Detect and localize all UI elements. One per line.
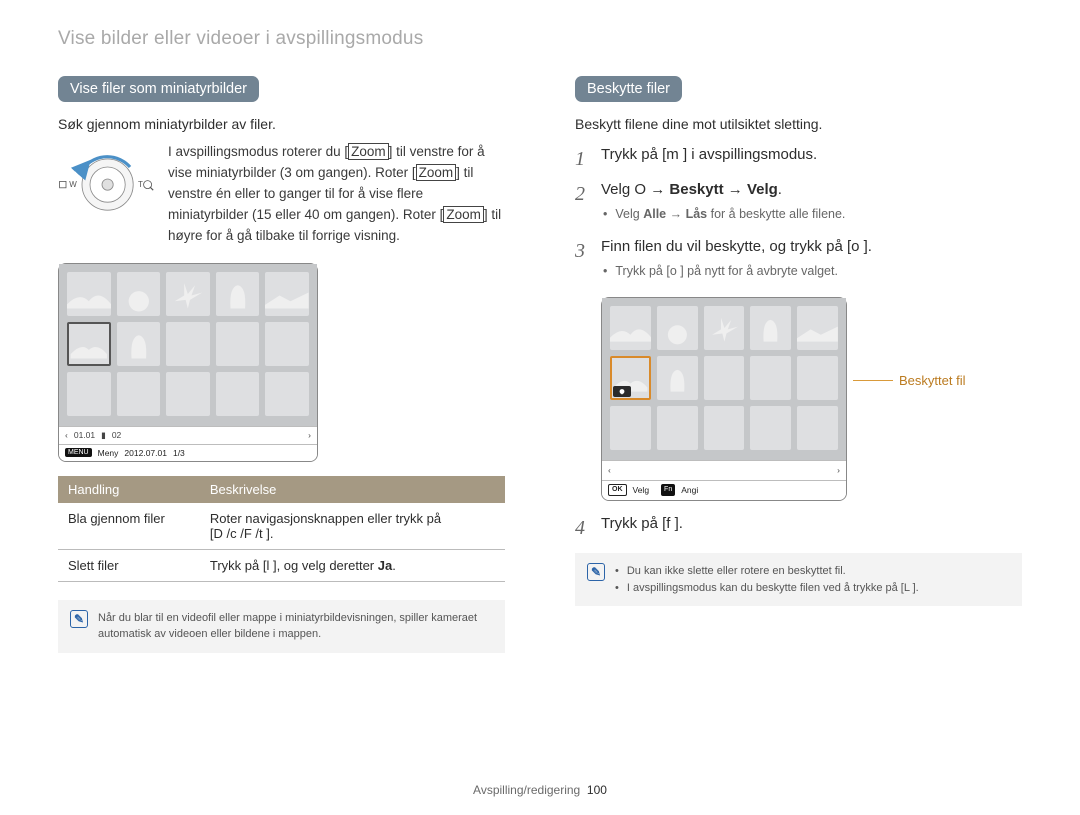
svg-text:T: T (138, 180, 143, 189)
intro-right: Beskytt filene dine mot utilsiktet slett… (575, 116, 1022, 132)
lock-icon (613, 386, 631, 397)
thumb (216, 372, 260, 416)
steps-list: Trykk på [m ] i avspillingsmodus. Velg O… (575, 144, 1022, 535)
td-browse-files: Bla gjennom filer (58, 503, 200, 550)
dial-row: W T I avspillingsmodus roterer du [Zoom]… (58, 142, 505, 247)
chevron-left-icon: ‹ (65, 430, 68, 440)
thumb (704, 306, 745, 350)
substep-2: Velg Alle → Lås for å beskytte alle file… (603, 205, 1022, 224)
zoom-dial-illustration: W T (58, 142, 154, 247)
td-delete-files: Slett filer (58, 549, 200, 581)
thumb (117, 372, 161, 416)
zoom-key-3: Zoom (443, 206, 484, 223)
O-key: O (634, 181, 646, 198)
intro-left: Søk gjennom miniatyrbilder av filer. (58, 116, 505, 132)
thumb (704, 356, 745, 400)
folder-icon: ▮ (101, 430, 106, 441)
step-4: Trykk på [f ]. (575, 513, 1022, 536)
thumb (750, 406, 791, 450)
thumb (750, 356, 791, 400)
td-delete-desc: Trykk på [l ], og velg deretter Ja. (200, 549, 505, 581)
thumb (610, 406, 651, 450)
right-column: Beskytte filer Beskytt filene dine mot u… (575, 76, 1022, 653)
dial-paragraph: I avspillingsmodus roterer du [Zoom] til… (168, 142, 505, 247)
protected-file-label: Beskyttet fil (899, 371, 965, 391)
chevron-right-icon: › (837, 464, 840, 477)
ok-button-icon: OK (608, 484, 627, 497)
menu-button-icon: MENU (65, 448, 92, 457)
thumb (265, 372, 309, 416)
grid-statusbar-top: ‹ 01.01 ▮ 02 › (59, 426, 317, 444)
zoom-key-1: Zoom (348, 143, 389, 160)
camera-thumbnail-grid: ‹ 01.01 ▮ 02 › MENU Meny 2012.07.01 1/3 (58, 263, 318, 462)
thumb (750, 306, 791, 350)
section-pill-protect: Beskytte filer (575, 76, 682, 102)
thumb (797, 356, 838, 400)
protect-grid-statusbar-bottom: OK Velg Fn Angi (602, 480, 846, 500)
step-3: Finn filen du vil beskytte, og trykk på … (575, 236, 1022, 501)
note-left: ✎ Når du blar til en videofil eller mapp… (58, 600, 505, 653)
page-footer: Avspilling/redigering 100 (0, 783, 1080, 797)
thumb (216, 322, 260, 366)
thumb (67, 272, 111, 316)
thumb (610, 306, 651, 350)
note-right: ✎ •Du kan ikke slette eller rotere en be… (575, 553, 1022, 606)
thumb-selected-protected (610, 356, 651, 400)
thumb (117, 272, 161, 316)
breadcrumb: Vise bilder eller videoer i avspillingsm… (58, 28, 1022, 50)
td-browse-desc: Roter navigasjonsknappen eller trykk på … (200, 503, 505, 550)
zoom-key-2: Zoom (416, 164, 457, 181)
thumb (657, 306, 698, 350)
thumb (166, 272, 210, 316)
step-2: Velg O → Beskytt → Velg. Velg Alle → Lås… (575, 179, 1022, 224)
thumb (166, 322, 210, 366)
thumb (265, 322, 309, 366)
thumb (797, 406, 838, 450)
thumb (117, 322, 161, 366)
actions-table: Handling Beskrivelse Bla gjennom filer R… (58, 476, 505, 582)
substep-3: Trykk på [o ] på nytt for å avbryte valg… (603, 262, 1022, 281)
thumb (797, 306, 838, 350)
chevron-right-icon: › (308, 430, 311, 440)
thumb (657, 406, 698, 450)
info-icon: ✎ (587, 563, 605, 581)
grid-statusbar-bottom: MENU Meny 2012.07.01 1/3 (59, 444, 317, 461)
thumb (265, 272, 309, 316)
thumb (704, 406, 745, 450)
protect-grid-statusbar-top: ‹ › (602, 460, 846, 480)
left-column: Vise filer som miniatyrbilder Søk gjenno… (58, 76, 505, 653)
th-beskrivelse: Beskrivelse (200, 476, 505, 503)
chevron-left-icon: ‹ (608, 464, 611, 477)
fn-button-icon: Fn (661, 484, 675, 497)
svg-text:W: W (69, 180, 77, 189)
th-handling: Handling (58, 476, 200, 503)
m-key: m (666, 146, 679, 163)
thumb (657, 356, 698, 400)
section-pill-thumbs: Vise filer som miniatyrbilder (58, 76, 259, 102)
thumb (67, 372, 111, 416)
info-icon: ✎ (70, 610, 88, 628)
camera-protect-grid: ‹ › OK Velg Fn Angi (601, 297, 847, 501)
thumb (216, 272, 260, 316)
step-1: Trykk på [m ] i avspillingsmodus. (575, 144, 1022, 167)
thumb (166, 372, 210, 416)
thumb-selected (67, 322, 111, 366)
